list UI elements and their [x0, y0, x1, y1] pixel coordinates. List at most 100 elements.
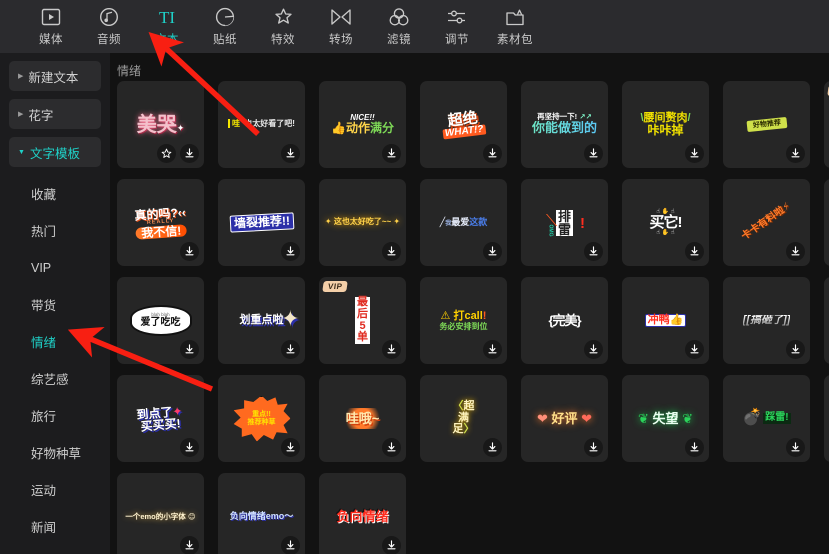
- tab-sticker[interactable]: 贴纸: [196, 2, 254, 52]
- template-card[interactable]: -[重点来了]-: [824, 179, 829, 266]
- sidebar-group-text-template[interactable]: ▼ 文字模板: [9, 137, 101, 167]
- tab-transition[interactable]: 转场: [312, 2, 370, 52]
- download-icon[interactable]: [382, 438, 401, 457]
- tab-audio[interactable]: 音频: [80, 2, 138, 52]
- template-card[interactable]: 负向情绪: [319, 473, 406, 554]
- template-card[interactable]: 大推荐: [824, 277, 829, 364]
- download-icon[interactable]: [584, 144, 603, 163]
- template-card[interactable]: {完美}: [521, 277, 608, 364]
- download-icon[interactable]: [786, 144, 805, 163]
- template-card[interactable]: 重点!! 推荐种草: [218, 375, 305, 462]
- template-card[interactable]: NICE!! 👍动作满分: [319, 81, 406, 168]
- download-icon[interactable]: [483, 144, 502, 163]
- template-card[interactable]: ❦ 失望 ❦: [622, 375, 709, 462]
- download-icon[interactable]: [281, 438, 300, 457]
- template-card[interactable]: 真的吗?‹‹ REALLY 我不信!: [117, 179, 204, 266]
- download-icon[interactable]: [281, 340, 300, 359]
- download-icon[interactable]: [382, 242, 401, 261]
- template-card[interactable]: ˙美哭我的心巴了❤˙VIP: [824, 81, 829, 168]
- sidebar-item-label: 新闻: [31, 521, 57, 535]
- template-card[interactable]: blah blah 爱了吃吃: [117, 277, 204, 364]
- template-card[interactable]: ❤ 好评 ❤: [521, 375, 608, 462]
- tab-adjust[interactable]: 调节: [428, 2, 486, 52]
- template-card[interactable]: 再坚持一下! ↗↗ 你能做到的: [521, 81, 608, 168]
- download-icon[interactable]: [584, 438, 603, 457]
- template-card[interactable]: \腰间赘肉/咔咔掉: [622, 81, 709, 168]
- template-card[interactable]: 到点了✦ 买买买!: [117, 375, 204, 462]
- sidebar-item-travel[interactable]: 旅行: [9, 397, 101, 434]
- sidebar-item-favorites[interactable]: 收藏: [9, 175, 101, 212]
- template-card[interactable]: 〈超满足〉: [420, 375, 507, 462]
- tab-audio-label: 音频: [97, 34, 121, 46]
- download-icon[interactable]: [483, 242, 502, 261]
- template-card[interactable]: ☝ ✋ ☝ 买它! ☝ ✋ ☝: [622, 179, 709, 266]
- svg-text:TI: TI: [159, 8, 175, 27]
- download-icon[interactable]: [281, 242, 300, 261]
- template-card[interactable]: 美哭✦: [117, 81, 204, 168]
- sidebar-item-variety[interactable]: 综艺感: [9, 360, 101, 397]
- template-card[interactable]: ╱我最爱这款: [420, 179, 507, 266]
- template-card[interactable]: 一个emo的小字体 😊: [117, 473, 204, 554]
- sidebar-item-sports[interactable]: 运动: [9, 471, 101, 508]
- audio-icon: [99, 6, 119, 28]
- download-icon[interactable]: [382, 536, 401, 554]
- template-card[interactable]: 最后 5 单 VIP: [319, 277, 406, 364]
- sidebar-item-label: 带货: [31, 299, 57, 313]
- template-card[interactable]: 哇哦~: [319, 375, 406, 462]
- download-icon[interactable]: [685, 340, 704, 359]
- sidebar-item-goods[interactable]: 好物种草: [9, 434, 101, 471]
- template-card[interactable]: ⚠ 打call! 务必安排到位: [420, 277, 507, 364]
- sidebar-item-emotion[interactable]: 情绪: [9, 323, 101, 360]
- template-card[interactable]: 负向情绪emo〜: [218, 473, 305, 554]
- download-icon[interactable]: [180, 536, 199, 554]
- template-preview: -[重点来了]-: [824, 179, 829, 266]
- download-icon[interactable]: [584, 242, 603, 261]
- download-icon[interactable]: [483, 438, 502, 457]
- template-card[interactable]: 划重点啦 ✦: [218, 277, 305, 364]
- download-icon[interactable]: [180, 340, 199, 359]
- template-card[interactable]: ⟍ 排雷! OMG: [521, 179, 608, 266]
- template-card[interactable]: [[搞砸了]]: [723, 277, 810, 364]
- download-icon[interactable]: [786, 340, 805, 359]
- tab-text[interactable]: TI 文本: [138, 2, 196, 52]
- sidebar-item-带货[interactable]: 带货: [9, 286, 101, 323]
- tab-media[interactable]: 媒体: [22, 2, 80, 52]
- download-icon[interactable]: [685, 438, 704, 457]
- download-icon[interactable]: [685, 242, 704, 261]
- sidebar-group-fancy-text[interactable]: ▶ 花字: [9, 99, 101, 129]
- favorite-star-icon[interactable]: [157, 144, 176, 163]
- sidebar-group-new-text[interactable]: ▶ 新建文本: [9, 61, 101, 91]
- tab-filter[interactable]: 滤镜: [370, 2, 428, 52]
- template-card[interactable]: 💣 踩雷!: [723, 375, 810, 462]
- download-icon[interactable]: [281, 144, 300, 163]
- template-card[interactable]: 哇 也太好看了吧!: [218, 81, 305, 168]
- sidebar-item-vip[interactable]: VIP: [9, 249, 101, 286]
- template-card[interactable]: 超绝 WHAT!?: [420, 81, 507, 168]
- tab-transition-label: 转场: [329, 34, 353, 46]
- sidebar-item-label: 好物种草: [31, 447, 82, 461]
- download-icon[interactable]: [483, 340, 502, 359]
- media-icon: [41, 6, 61, 28]
- sidebar-item-bubble[interactable]: 气泡: [9, 545, 101, 554]
- download-icon[interactable]: [786, 242, 805, 261]
- template-card[interactable]: 墙裂推荐!!: [218, 179, 305, 266]
- sidebar-item-news[interactable]: 新闻: [9, 508, 101, 545]
- tab-material-pack[interactable]: 素材包: [486, 2, 544, 52]
- chevron-right-icon: ▶: [18, 72, 24, 80]
- download-icon[interactable]: [180, 438, 199, 457]
- template-card[interactable]: 好物推荐: [723, 81, 810, 168]
- template-card[interactable]: 以为就像是一场梦...: [824, 375, 829, 462]
- template-card[interactable]: 卡卡有料啦⚡: [723, 179, 810, 266]
- download-icon[interactable]: [382, 144, 401, 163]
- download-icon[interactable]: [180, 242, 199, 261]
- download-icon[interactable]: [786, 438, 805, 457]
- template-card[interactable]: 冲鸭👍: [622, 277, 709, 364]
- template-card[interactable]: ✦ 这也太好吃了~~ ✦: [319, 179, 406, 266]
- download-icon[interactable]: [685, 144, 704, 163]
- sidebar-item-hot[interactable]: 热门: [9, 212, 101, 249]
- download-icon[interactable]: [180, 144, 199, 163]
- download-icon[interactable]: [281, 536, 300, 554]
- download-icon[interactable]: [382, 340, 401, 359]
- tab-effects[interactable]: 特效: [254, 2, 312, 52]
- download-icon[interactable]: [584, 340, 603, 359]
